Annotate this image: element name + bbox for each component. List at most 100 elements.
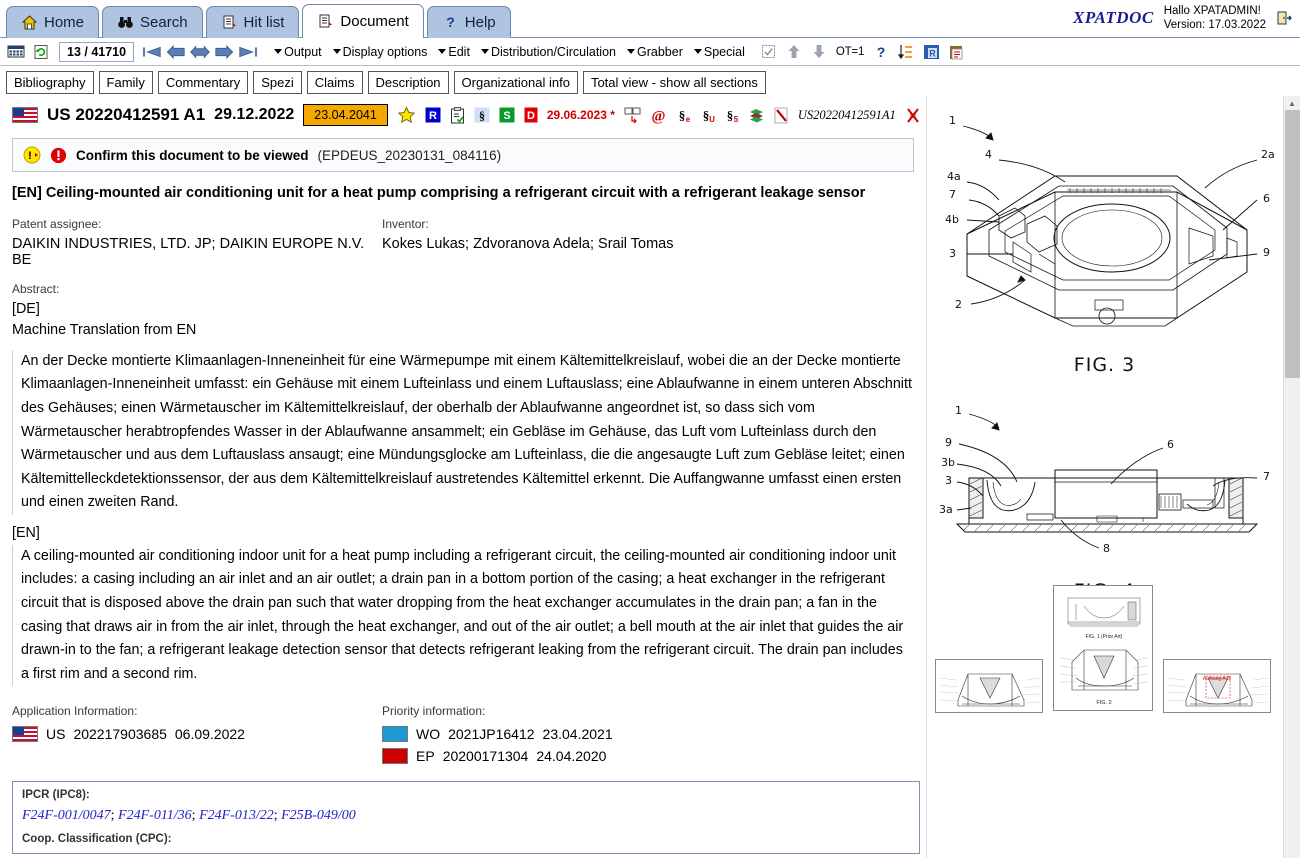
application-date: 06.09.2022 bbox=[174, 726, 245, 743]
priority-label: Priority information: bbox=[382, 704, 486, 719]
menu-display-options-label: Display options bbox=[342, 44, 428, 59]
scrollbar-thumb[interactable] bbox=[1285, 110, 1300, 378]
first-page-icon[interactable] bbox=[142, 42, 162, 62]
paragraph-blue-icon[interactable]: § bbox=[474, 107, 490, 123]
figure-3-drawing[interactable]: 1 4 4a 7 4b 3 2 2a 6 9 bbox=[927, 104, 1282, 354]
application-block: Application Information: US 202217903685… bbox=[12, 704, 382, 767]
menu-display-options[interactable]: Display options bbox=[330, 44, 431, 60]
section-tab-spezi[interactable]: Spezi bbox=[253, 71, 302, 94]
r-badge-icon[interactable]: R bbox=[425, 107, 441, 123]
section-tab-claims[interactable]: Claims bbox=[306, 71, 363, 94]
chevron-down-icon bbox=[332, 49, 341, 54]
menu-edit[interactable]: Edit bbox=[435, 44, 473, 60]
fig3-label-2a: 2a bbox=[1261, 148, 1275, 161]
scroll-up-arrow[interactable]: ▲ bbox=[1284, 96, 1300, 110]
toggle-page-icon[interactable] bbox=[190, 42, 211, 62]
section-tab-description[interactable]: Description bbox=[367, 71, 449, 94]
section-tab-organizational-info[interactable]: Organizational info bbox=[453, 71, 578, 94]
binoculars-icon bbox=[117, 14, 134, 31]
svg-text:S: S bbox=[503, 110, 510, 122]
checkbox-icon[interactable] bbox=[759, 42, 779, 62]
at-icon[interactable]: @ bbox=[650, 107, 667, 124]
inventor-block: Inventor: Kokes Lukas; Zdvoranova Adela;… bbox=[382, 217, 914, 268]
last-page-icon[interactable] bbox=[238, 42, 258, 62]
ipcr-code[interactable]: F24F-011/36 bbox=[118, 808, 192, 823]
application-label: Application Information: bbox=[12, 704, 138, 719]
clipboard-check-icon[interactable] bbox=[450, 106, 465, 124]
chevron-down-icon bbox=[438, 49, 447, 54]
thumbnail-center[interactable]: FIG. 1 (Prior Art) FIG. 2 bbox=[1053, 585, 1153, 711]
register-icon[interactable]: R bbox=[921, 42, 941, 62]
fig3-label-2: 2 bbox=[955, 298, 962, 311]
tab-help[interactable]: ? Help bbox=[426, 6, 511, 38]
pdf-icon[interactable] bbox=[774, 107, 789, 124]
delete-red-icon[interactable] bbox=[905, 107, 921, 124]
abstract-en-tag: [EN] bbox=[12, 524, 40, 541]
svg-text:@: @ bbox=[651, 108, 665, 124]
main-content: US 20220412591 A1 29.12.2022 23.04.2041 … bbox=[0, 96, 1300, 858]
s-green-icon[interactable]: S bbox=[499, 107, 515, 123]
star-icon[interactable] bbox=[397, 105, 416, 125]
section-tab-bibliography[interactable]: Bibliography bbox=[6, 71, 94, 94]
refresh-icon[interactable] bbox=[31, 42, 51, 62]
thumbnail-caption-fig1: FIG. 1 (Prior Art) bbox=[1086, 634, 1123, 640]
section-tab-total-view[interactable]: Total view - show all sections bbox=[582, 71, 766, 94]
grid-icon[interactable] bbox=[6, 42, 26, 62]
copy-icon[interactable] bbox=[624, 107, 641, 124]
svg-text:?: ? bbox=[877, 44, 886, 60]
svg-text:5: 5 bbox=[734, 115, 739, 124]
clipboard-icon[interactable] bbox=[946, 42, 966, 62]
fig3-label-4b: 4b bbox=[945, 213, 959, 226]
menu-grabber[interactable]: Grabber bbox=[624, 44, 686, 60]
page-counter[interactable]: 13 / 41710 bbox=[59, 41, 135, 62]
figure-4-drawing[interactable]: 1 9 3b 3 3a 6 7 8 bbox=[927, 400, 1282, 580]
tab-search-label: Search bbox=[140, 14, 188, 31]
thumbnail-left[interactable] bbox=[935, 659, 1043, 713]
previous-page-icon[interactable] bbox=[166, 42, 186, 62]
ot-indicator[interactable]: OT=1 bbox=[834, 46, 866, 58]
tab-document[interactable]: Document bbox=[302, 4, 424, 38]
next-page-icon[interactable] bbox=[214, 42, 234, 62]
fig3-label-9: 9 bbox=[1263, 246, 1270, 259]
tab-help-label: Help bbox=[464, 14, 496, 31]
vertical-scrollbar[interactable]: ▲ bbox=[1283, 96, 1300, 858]
ipcr-code[interactable]: F24F-001/0047 bbox=[22, 808, 111, 823]
menu-output[interactable]: Output bbox=[271, 44, 325, 60]
arrow-up-icon[interactable] bbox=[784, 42, 804, 62]
section-tab-family[interactable]: Family bbox=[98, 71, 153, 94]
us-flag-icon bbox=[12, 107, 38, 123]
svg-text:U: U bbox=[709, 115, 715, 124]
application-country: US bbox=[46, 726, 66, 743]
wo-flag-icon bbox=[382, 726, 408, 743]
ep-flag-icon bbox=[382, 748, 408, 765]
tab-hit-list[interactable]: Hit list bbox=[205, 6, 300, 38]
question-mark-icon[interactable]: ? bbox=[871, 42, 891, 62]
top-tab-bar: Home Search Hit list Document ? Help XPA… bbox=[0, 0, 1300, 38]
fig4-label-9: 9 bbox=[945, 436, 952, 449]
sort-icon[interactable] bbox=[896, 42, 916, 62]
paragraph-u-icon[interactable]: § U bbox=[700, 107, 715, 124]
question-icon: ? bbox=[442, 14, 459, 31]
menu-special[interactable]: Special bbox=[691, 44, 748, 60]
d-red-icon[interactable]: D bbox=[524, 107, 538, 123]
confirm-banner[interactable]: ! Confirm this document to be viewed (EP… bbox=[12, 138, 914, 172]
svg-text:R: R bbox=[429, 110, 437, 122]
tab-search[interactable]: Search bbox=[102, 6, 203, 38]
priority-date: 23.04.2021 bbox=[542, 726, 613, 743]
app-logo: XPATDOC bbox=[1073, 8, 1154, 28]
page-navigation bbox=[142, 42, 258, 62]
stack-icon[interactable] bbox=[748, 107, 765, 123]
menu-distribution-circulation[interactable]: Distribution/Circulation bbox=[478, 44, 619, 60]
section-tab-commentary[interactable]: Commentary bbox=[157, 71, 249, 94]
paragraph-e-icon[interactable]: § e bbox=[676, 107, 691, 124]
arrow-down-icon[interactable] bbox=[809, 42, 829, 62]
thumbnail-right[interactable]: Achtung A15 bbox=[1163, 659, 1271, 713]
tab-home[interactable]: Home bbox=[6, 6, 100, 38]
ipcr-code[interactable]: F25B-049/00 bbox=[281, 808, 356, 823]
paragraph-5-icon[interactable]: § 5 bbox=[724, 107, 739, 124]
logout-icon[interactable] bbox=[1276, 10, 1292, 26]
document-list-icon bbox=[221, 14, 238, 31]
thumbnail-caption-fig2: FIG. 2 bbox=[1096, 700, 1111, 706]
priority-row: WO 2021JP16412 23.04.2021 bbox=[382, 723, 914, 745]
ipcr-code[interactable]: F24F-013/22 bbox=[199, 808, 274, 823]
